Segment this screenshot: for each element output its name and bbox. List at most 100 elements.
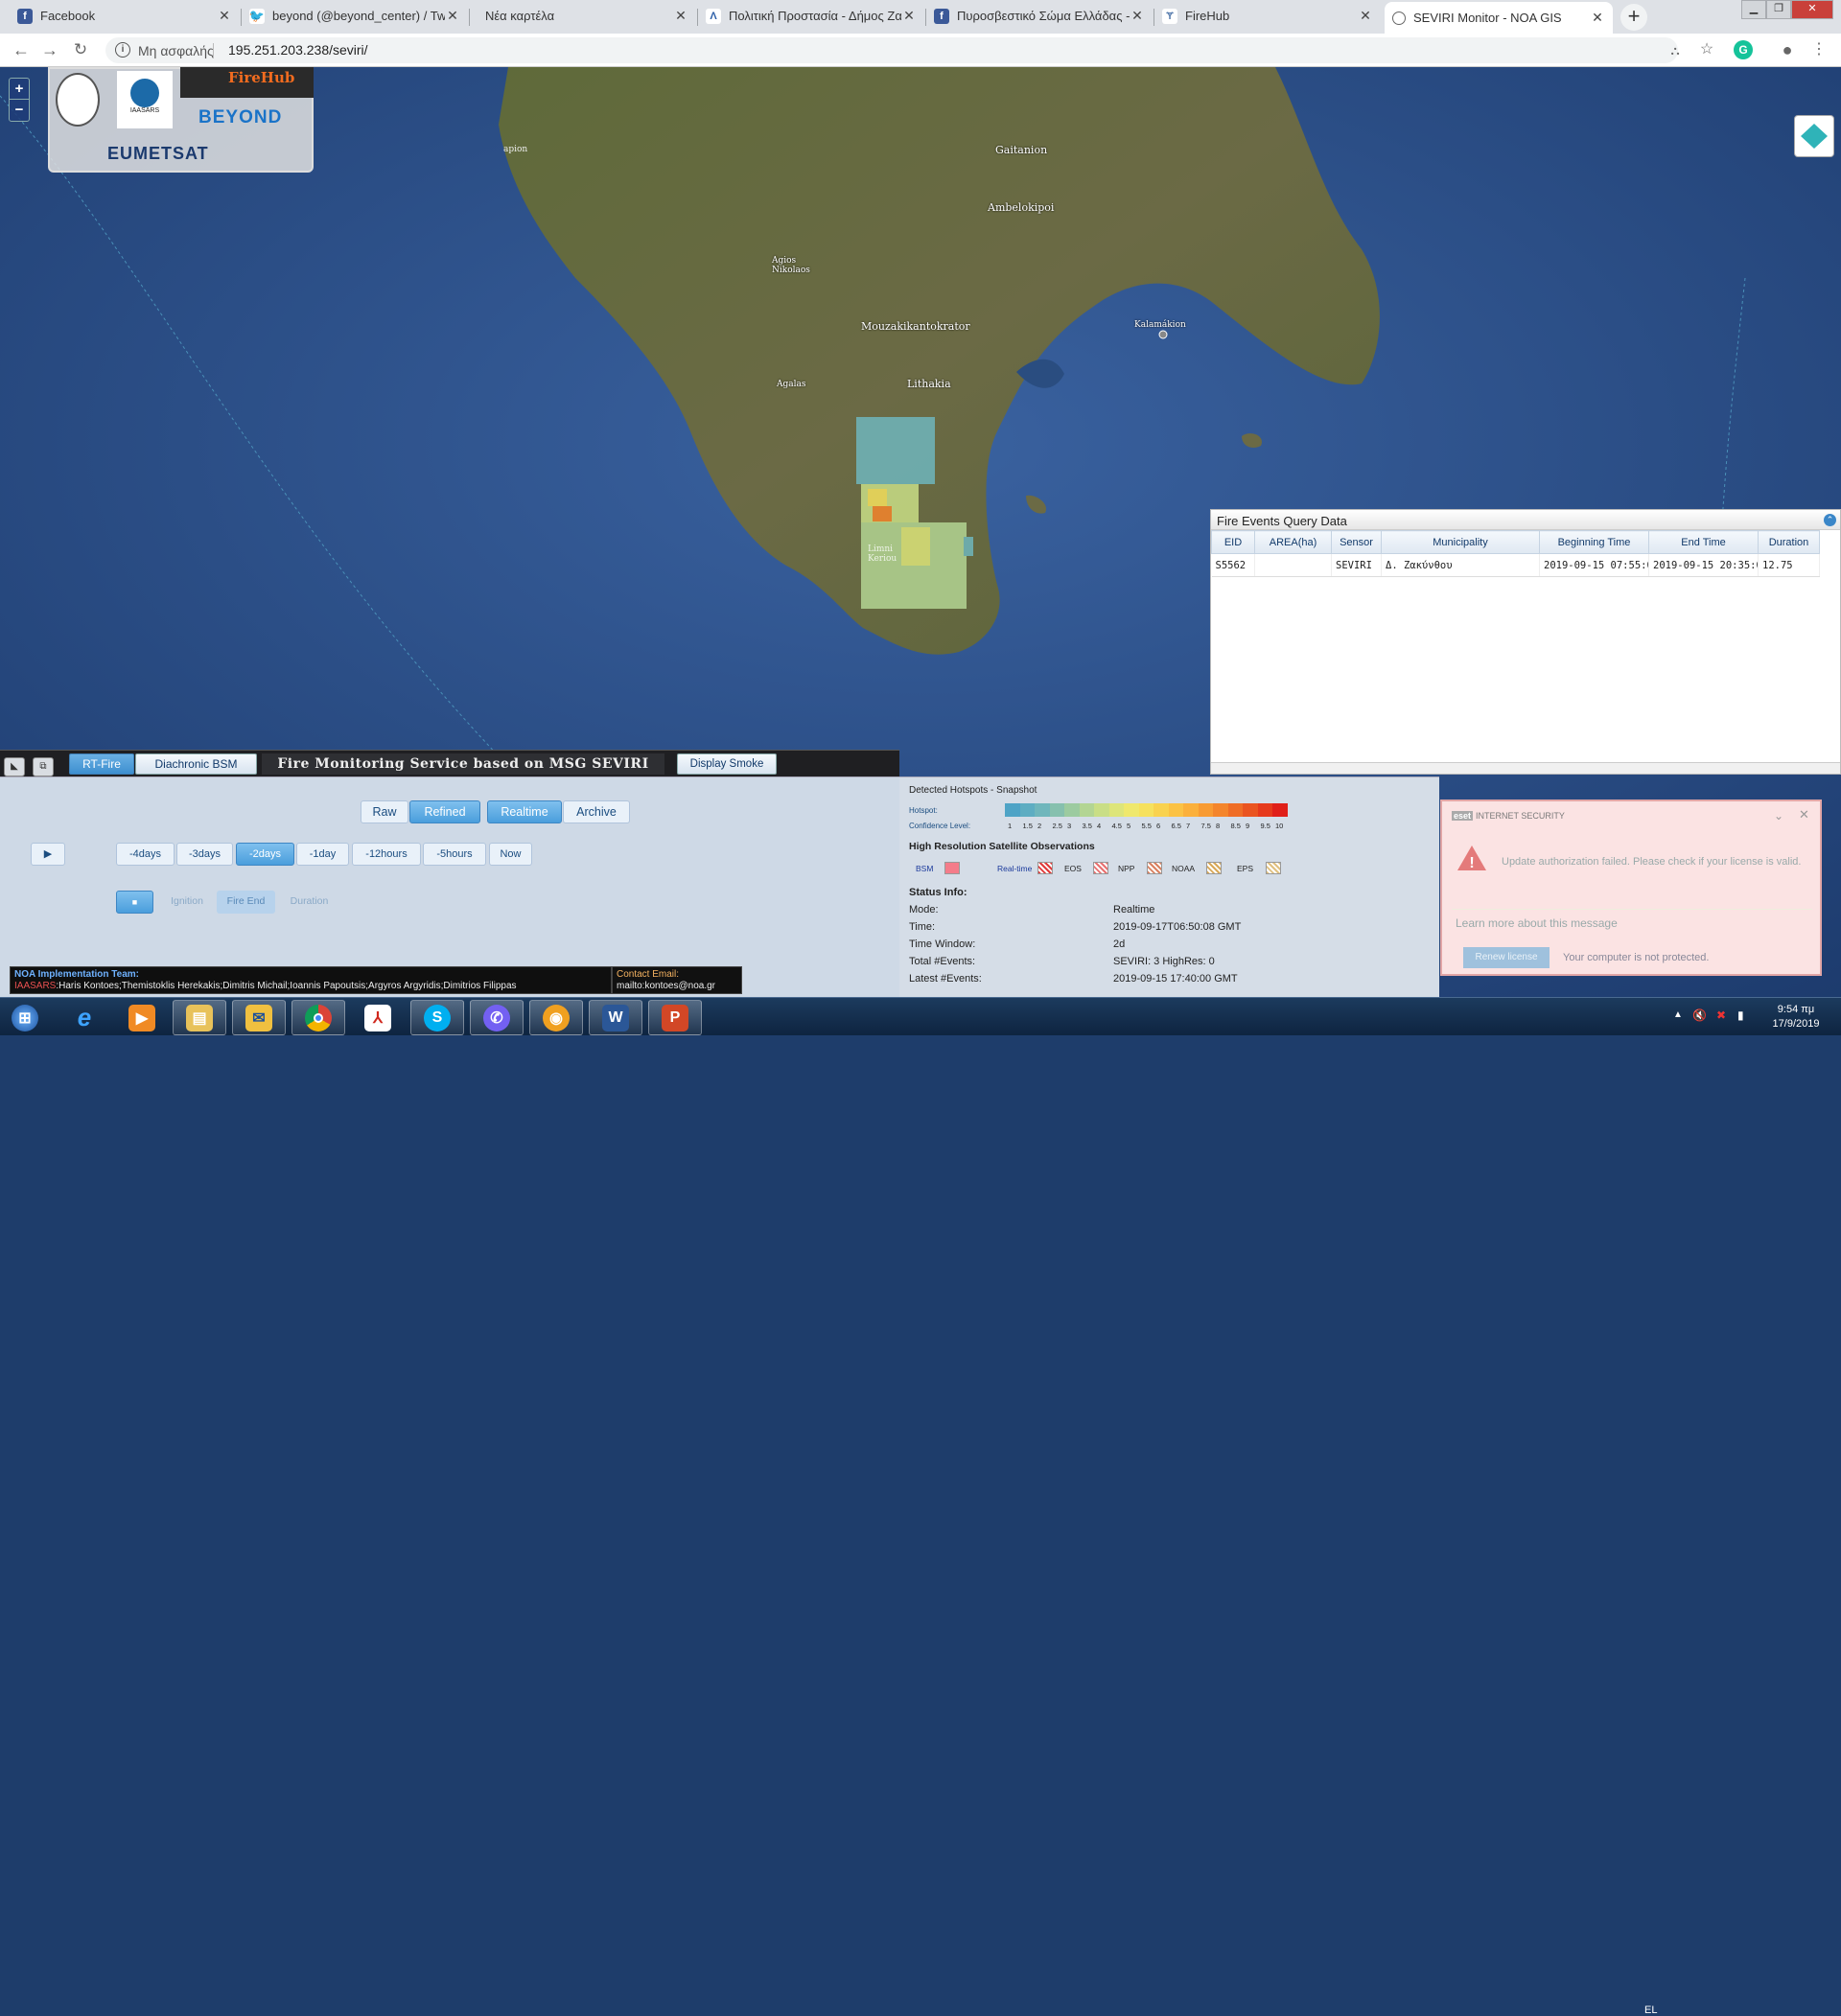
tab-twitter[interactable]: 🐦 beyond (@beyond_center) / Twit ✕: [242, 0, 468, 32]
word-icon[interactable]: W: [589, 1000, 642, 1035]
minimize-button[interactable]: ▁: [1741, 0, 1766, 19]
realtime-button[interactable]: Realtime: [487, 800, 562, 823]
time-5hours-button[interactable]: -5hours: [423, 843, 486, 866]
confidence-level-label: 4.5: [1111, 822, 1122, 830]
duration-button[interactable]: Duration: [281, 891, 338, 914]
maximize-button[interactable]: ❐: [1766, 0, 1791, 19]
hires-legend-swatch: [1206, 862, 1222, 874]
tab-diachronic-bsm[interactable]: Diachronic BSM: [135, 753, 257, 775]
zoom-in-button[interactable]: +: [10, 79, 29, 100]
close-icon[interactable]: ✕: [1358, 8, 1373, 24]
menu-icon[interactable]: ⋮: [1807, 39, 1830, 62]
archive-button[interactable]: Archive: [563, 800, 630, 823]
time-12hours-button[interactable]: -12hours: [352, 843, 421, 866]
security-tray-icon[interactable]: ✖: [1716, 1008, 1726, 1022]
file-explorer-icon[interactable]: ▤: [173, 1000, 226, 1035]
ignition-button[interactable]: Ignition: [163, 891, 211, 914]
tab-fire-service[interactable]: f Πυροσβεστικό Σώμα Ελλάδας - I ✕: [926, 0, 1153, 32]
volume-icon[interactable]: 🔇: [1692, 1008, 1707, 1022]
close-icon[interactable]: ✕: [1799, 807, 1809, 823]
learn-more-link[interactable]: Learn more about this message: [1456, 916, 1618, 930]
vpn-icon[interactable]: ◉: [529, 1000, 583, 1035]
language-indicator[interactable]: EL: [1644, 2004, 1657, 2016]
column-header[interactable]: Municipality: [1381, 530, 1540, 554]
info-value: SEVIRI: 3 HighRes: 0: [1113, 956, 1215, 967]
chrome-icon[interactable]: [291, 1000, 345, 1035]
confidence-level-label: 5: [1127, 822, 1131, 830]
map-place-label: Lithakia: [907, 378, 951, 390]
fire-end-button[interactable]: Fire End: [217, 891, 275, 914]
network-icon[interactable]: ▮: [1737, 1008, 1744, 1022]
raw-button[interactable]: Raw: [361, 800, 408, 823]
translate-icon[interactable]: ⛬: [1664, 40, 1687, 63]
close-icon[interactable]: ✕: [1130, 8, 1145, 24]
partner-logos: IAASARS FireHub BEYOND EUMETSAT: [48, 67, 314, 173]
grammarly-icon[interactable]: G: [1734, 40, 1753, 59]
table-row[interactable]: S5562 SEVIRI Δ. Ζακύνθου 2019-09-15 07:5…: [1211, 553, 1820, 577]
zoom-out-button[interactable]: −: [10, 100, 29, 121]
tab-civil-protection[interactable]: Ʌ Πολιτική Προστασία - Δήμος Ζα ✕: [698, 0, 924, 32]
info-icon[interactable]: i: [115, 42, 130, 58]
time-1day-button[interactable]: -1day: [296, 843, 349, 866]
column-header[interactable]: EID: [1211, 530, 1255, 554]
time-now-button[interactable]: Now: [489, 843, 532, 866]
url-text[interactable]: 195.251.203.238/seviri/: [228, 42, 368, 58]
iaasars-logo: IAASARS: [117, 71, 173, 128]
close-icon[interactable]: ✕: [217, 8, 232, 24]
confidence-swatch: [1198, 803, 1214, 817]
refined-button[interactable]: Refined: [409, 800, 480, 823]
popout-panel-icon[interactable]: ⧉: [33, 757, 54, 776]
reload-button[interactable]: ↻: [69, 39, 92, 62]
internet-explorer-icon[interactable]: e: [58, 1000, 111, 1035]
omnibox[interactable]: i Μη ασφαλής 195.251.203.238/seviri/: [105, 37, 1678, 63]
column-header[interactable]: AREA(ha): [1254, 530, 1332, 554]
bookmark-star-icon[interactable]: ☆: [1695, 39, 1718, 62]
play-button[interactable]: ▶: [31, 843, 65, 866]
account-icon[interactable]: ●: [1776, 39, 1799, 62]
presentation-icon[interactable]: P: [648, 1000, 702, 1035]
tab-rt-fire[interactable]: RT-Fire: [69, 753, 134, 775]
contact-email-link[interactable]: mailto:kontoes@noa.gr: [617, 981, 737, 992]
chevron-down-icon[interactable]: ⌄: [1774, 809, 1783, 823]
start-orb-icon[interactable]: ⊞: [2, 1000, 48, 1035]
cell-eid: S5562: [1211, 553, 1255, 577]
new-tab-button[interactable]: +: [1620, 4, 1647, 31]
column-header[interactable]: Beginning Time: [1539, 530, 1649, 554]
tray-arrow-icon[interactable]: ▲: [1673, 1009, 1683, 1020]
column-header[interactable]: Duration: [1758, 530, 1820, 554]
confidence-level-label: 2: [1037, 822, 1042, 830]
collapse-icon[interactable]: ⌃: [1824, 514, 1836, 526]
time-4days-button[interactable]: -4days: [116, 843, 175, 866]
close-window-button[interactable]: ✕: [1791, 0, 1833, 19]
facebook-icon: f: [934, 8, 949, 24]
back-button[interactable]: ←: [10, 39, 33, 62]
column-header[interactable]: Sensor: [1331, 530, 1382, 554]
close-icon[interactable]: ✕: [445, 8, 460, 24]
layers-switcher-button[interactable]: [1794, 115, 1834, 157]
skype-icon[interactable]: S: [410, 1000, 464, 1035]
tab-facebook[interactable]: f Facebook ✕: [10, 0, 240, 32]
stop-button[interactable]: ■: [116, 891, 153, 914]
close-icon[interactable]: ✕: [1590, 10, 1605, 26]
tab-firehub[interactable]: Ɏ FireHub ✕: [1154, 0, 1381, 32]
time-2days-button[interactable]: -2days: [236, 843, 294, 866]
info-value: 2019-09-17T06:50:08 GMT: [1113, 921, 1242, 933]
horizontal-scrollbar[interactable]: [1211, 762, 1840, 774]
tab-new-tab[interactable]: Νέα καρτέλα ✕: [470, 0, 696, 32]
confidence-level-label: 2.5: [1052, 822, 1062, 830]
media-player-icon[interactable]: ▶: [115, 1000, 169, 1035]
time-3days-button[interactable]: -3days: [176, 843, 233, 866]
forward-button[interactable]: →: [38, 39, 61, 62]
clock[interactable]: 9:54 πμ 17/9/2019: [1762, 1003, 1829, 1031]
collapse-panel-icon[interactable]: ◣: [4, 757, 25, 776]
display-smoke-button[interactable]: Display Smoke: [677, 753, 777, 775]
confidence-level-label: 7: [1186, 822, 1191, 830]
tab-seviri-monitor[interactable]: SEVIRI Monitor - NOA GIS ✕: [1385, 2, 1613, 34]
outlook-icon[interactable]: ✉: [232, 1000, 286, 1035]
close-icon[interactable]: ✕: [901, 8, 917, 24]
close-icon[interactable]: ✕: [673, 8, 688, 24]
viber-icon[interactable]: ✆: [470, 1000, 524, 1035]
column-header[interactable]: End Time: [1648, 530, 1759, 554]
renew-license-button[interactable]: Renew license: [1463, 947, 1550, 968]
acrobat-icon[interactable]: ⅄: [351, 1000, 405, 1035]
